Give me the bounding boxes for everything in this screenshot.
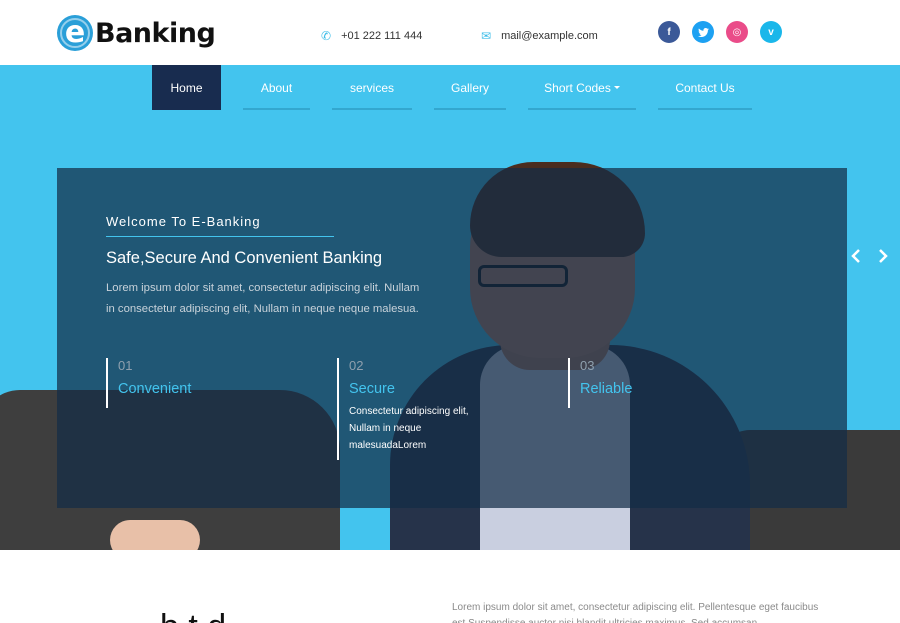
- hero-description: Lorem ipsum dolor sit amet, consectetur …: [106, 282, 420, 315]
- feature-convenient: 01 Convenient: [106, 358, 191, 408]
- nav-contact-label: Contact Us: [675, 80, 735, 95]
- nav-services-label: services: [349, 80, 394, 95]
- nav-about-label: About: [260, 80, 293, 95]
- feature-name: Reliable: [580, 381, 633, 397]
- mail-icon: ✉: [481, 29, 492, 43]
- about-section: b t d Lorem ipsum dolor sit amet, consec…: [0, 550, 900, 623]
- nav-about[interactable]: About: [243, 65, 310, 110]
- hero-welcome: Welcome To E-Banking: [106, 214, 261, 229]
- divider: [106, 236, 334, 237]
- feature-name: Convenient: [118, 381, 192, 397]
- nav-contact[interactable]: Contact Us: [658, 65, 752, 110]
- feature-number: 01: [118, 358, 133, 373]
- email-link[interactable]: mail@example.com: [501, 30, 598, 42]
- phone-icon: ✆: [321, 29, 332, 43]
- logo-text: Banking: [95, 17, 216, 49]
- feature-reliable: 03 Reliable: [568, 358, 632, 408]
- hero-banner: Welcome To E-Banking Safe,Secure And Con…: [0, 110, 900, 550]
- nav-gallery[interactable]: Gallery: [434, 65, 506, 110]
- hero-title: Safe,Secure And Convenient Banking: [106, 249, 383, 267]
- chevron-right-icon[interactable]: [878, 247, 888, 268]
- nav-gallery-label: Gallery: [450, 80, 489, 95]
- logo[interactable]: e Banking: [57, 15, 216, 51]
- main-nav: Home About services Gallery Short Codes …: [0, 65, 900, 110]
- phone-number: +01 222 111 444: [341, 30, 423, 42]
- contact-email: ✉ mail@example.com: [481, 29, 598, 43]
- feature-number: 02: [349, 358, 364, 373]
- contact-phone: ✆ +01 222 111 444: [321, 29, 422, 43]
- nav-home[interactable]: Home: [152, 65, 221, 110]
- site-header: e Banking ✆ +01 222 111 444 ✉ mail@examp…: [0, 0, 900, 65]
- nav-services[interactable]: services: [332, 65, 412, 110]
- person-shape: [110, 520, 200, 550]
- chevron-down-icon: [613, 86, 620, 89]
- twitter-icon[interactable]: [692, 21, 714, 43]
- nav-short-codes-label: Short Codes: [544, 80, 611, 95]
- feature-name: Secure: [349, 381, 395, 397]
- logo-badge-icon: e: [57, 15, 93, 51]
- section-heading: b t d: [160, 608, 226, 623]
- feature-number: 03: [580, 358, 595, 373]
- feature-text: Consectetur adipiscing elit, Nullam in n…: [349, 406, 469, 451]
- nav-short-codes[interactable]: Short Codes: [528, 65, 636, 110]
- facebook-icon[interactable]: f: [658, 21, 680, 43]
- feature-secure: 02 Secure Consectetur adipiscing elit, N…: [337, 358, 484, 460]
- vimeo-icon[interactable]: v: [760, 21, 782, 43]
- chevron-left-icon[interactable]: [851, 247, 861, 268]
- dribbble-icon[interactable]: ◎: [726, 21, 748, 43]
- social-links: f ◎ v: [658, 21, 782, 43]
- nav-home-label: Home: [170, 80, 203, 95]
- section-text: Lorem ipsum dolor sit amet, consectetur …: [452, 602, 819, 623]
